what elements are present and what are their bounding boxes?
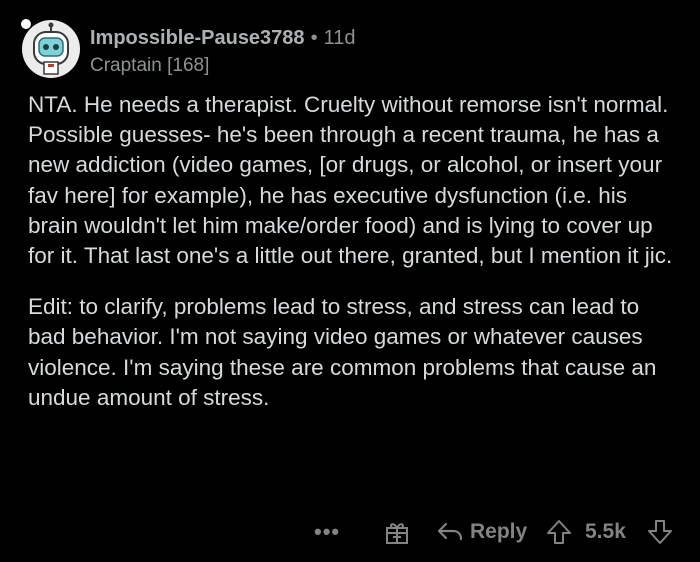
reply-arrow-icon (437, 522, 463, 541)
comment-meta: Impossible-Pause3788 • 11d Craptain [168] (90, 26, 355, 78)
author-username[interactable]: Impossible-Pause3788 (90, 27, 305, 49)
vote-score: 5.5k (585, 520, 626, 543)
snoo-avatar-icon (21, 19, 80, 78)
downvote-arrow-icon (648, 520, 672, 544)
user-flair: Craptain [168] (90, 55, 210, 76)
comment-paragraph: Edit: to clarify, problems lead to stres… (28, 294, 657, 410)
upvote-arrow-icon (547, 520, 571, 544)
upvote-button[interactable] (545, 512, 573, 552)
more-options-button[interactable]: ••• (314, 512, 340, 552)
downvote-button[interactable] (646, 512, 674, 552)
reply-button[interactable]: Reply (436, 512, 527, 552)
reply-label: Reply (470, 520, 528, 543)
comment-paragraph: NTA. He needs a therapist. Cruelty witho… (28, 92, 673, 269)
comment-body: NTA. He needs a therapist. Cruelty witho… (28, 90, 678, 413)
comment-actions: ••• Reply 5.5k (0, 512, 700, 552)
comment-age: 11d (323, 27, 356, 49)
avatar[interactable] (20, 18, 82, 80)
gift-icon (386, 523, 408, 544)
award-button[interactable] (384, 512, 410, 552)
comment: Impossible-Pause3788 • 11d Craptain [168] … (0, 0, 700, 562)
meta-separator: • (310, 27, 318, 49)
